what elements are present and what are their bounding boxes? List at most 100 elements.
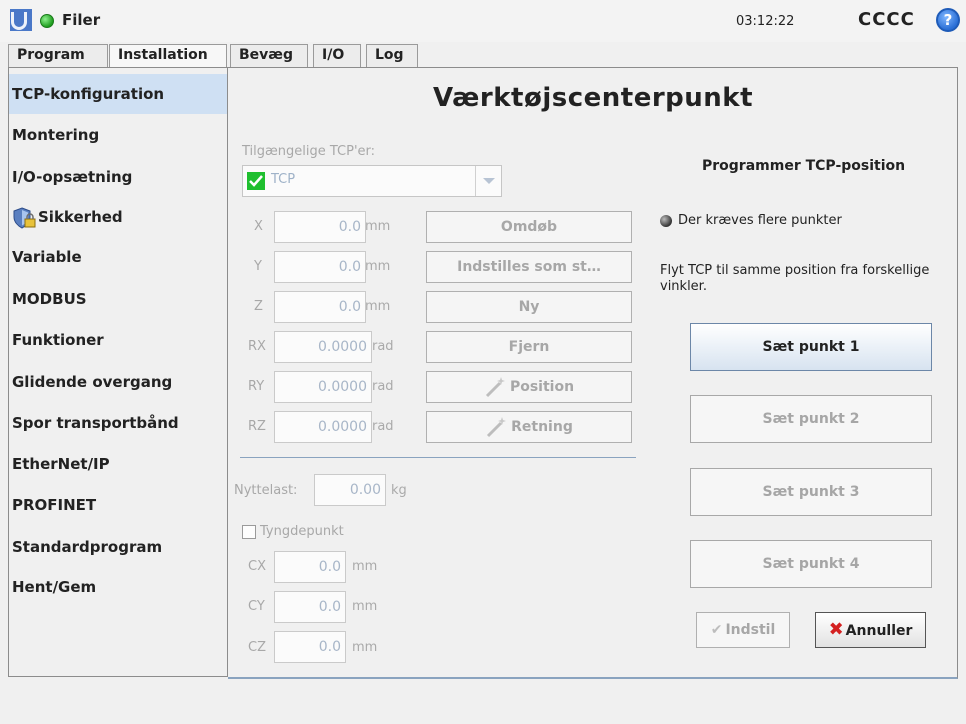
checkmark-icon: ✔: [710, 622, 723, 638]
sidebar-item-variables[interactable]: Variable: [9, 237, 227, 277]
set-button-label: Indstil: [725, 622, 776, 638]
cx-label: CX: [248, 559, 266, 574]
sidebar-item-label: Glidende overgang: [12, 373, 173, 391]
cz-label: CZ: [248, 640, 266, 655]
z-field[interactable]: 0.0: [274, 291, 366, 323]
status-indicator-icon: [40, 14, 54, 28]
magic-wand-icon: [487, 417, 507, 438]
sidebar-item-label: MODBUS: [12, 290, 87, 308]
position-label: Position: [509, 379, 575, 395]
close-icon: ✖: [828, 619, 844, 640]
set-point-4-button[interactable]: Sæt punkt 4: [690, 540, 932, 588]
sidebar-item-label: Sikkerhed: [38, 208, 123, 226]
y-unit: mm: [365, 259, 391, 274]
set-point-1-button[interactable]: Sæt punkt 1: [690, 323, 932, 371]
rx-label: RX: [248, 339, 266, 354]
rz-label: RZ: [248, 419, 266, 434]
main-tabs: Program Installation Bevæg I/O Log: [8, 44, 958, 69]
cy-field[interactable]: 0.0: [274, 591, 346, 623]
sidebar-item-label: TCP-konfiguration: [12, 85, 165, 103]
rz-unit: rad: [372, 419, 394, 434]
y-label: Y: [254, 259, 262, 274]
orientation-label: Retning: [511, 419, 573, 435]
payload-field[interactable]: 0.00: [314, 474, 386, 506]
tab-installation[interactable]: Installation: [109, 44, 227, 69]
sidebar-item-safety[interactable]: Sikkerhed: [9, 197, 227, 237]
tab-io[interactable]: I/O: [313, 44, 361, 67]
sidebar-item-label: Spor transportbånd: [12, 414, 179, 432]
sidebar-item-tcp-config[interactable]: TCP-konfiguration: [9, 74, 227, 114]
ry-unit: rad: [372, 379, 394, 394]
cancel-button[interactable]: ✖ Annuller: [815, 612, 926, 648]
tab-log[interactable]: Log: [366, 44, 418, 67]
sidebar-item-mounting[interactable]: Montering: [9, 115, 227, 155]
ry-field[interactable]: 0.0000: [274, 371, 372, 403]
sidebar-item-label: Montering: [12, 126, 100, 144]
cog-label: Tyngdepunkt: [260, 524, 344, 539]
cx-field[interactable]: 0.0: [274, 551, 346, 583]
clock: 03:12:22: [736, 14, 795, 29]
divider: [240, 457, 636, 458]
cz-field[interactable]: 0.0: [274, 631, 346, 663]
sidebar-item-io-setup[interactable]: I/O-opsætning: [9, 157, 227, 197]
sidebar-item-profinet[interactable]: PROFINET: [9, 485, 227, 525]
sidebar-item-default-program[interactable]: Standardprogram: [9, 527, 227, 567]
new-tcp-button[interactable]: Ny: [426, 291, 632, 323]
sidebar-item-label: Standardprogram: [12, 538, 163, 556]
rx-unit: rad: [372, 339, 394, 354]
instruction-text: Flyt TCP til samme position fra forskell…: [660, 263, 930, 294]
sidebar-item-modbus[interactable]: MODBUS: [9, 279, 227, 319]
tab-program[interactable]: Program: [8, 44, 108, 67]
teach-orientation-button[interactable]: Retning: [426, 411, 632, 443]
sidebar-item-label: Hent/Gem: [12, 578, 97, 596]
cog-checkbox[interactable]: [242, 525, 256, 539]
user-name: CCCC: [858, 9, 915, 30]
set-point-2-button[interactable]: Sæt punkt 2: [690, 395, 932, 443]
tcp-dropdown[interactable]: TCP: [242, 165, 502, 197]
sidebar-item-label: PROFINET: [12, 496, 97, 514]
y-field[interactable]: 0.0: [274, 251, 366, 283]
remove-tcp-button[interactable]: Fjern: [426, 331, 632, 363]
set-button[interactable]: ✔ Indstil: [696, 612, 790, 648]
teach-tcp-heading: Programmer TCP-position: [702, 158, 906, 174]
page-title: Værktøjscenterpunkt: [432, 83, 754, 113]
tab-move[interactable]: Bevæg: [230, 44, 308, 67]
rename-button[interactable]: Omdøb: [426, 211, 632, 243]
sidebar-item-label: I/O-opsætning: [12, 168, 133, 186]
tcp-list-label: Tilgængelige TCP'er:: [242, 144, 376, 159]
sidebar-item-features[interactable]: Funktioner: [9, 320, 227, 360]
cancel-button-label: Annuller: [845, 623, 913, 639]
payload-label: Nyttelast:: [234, 483, 298, 498]
z-unit: mm: [365, 299, 391, 314]
teach-position-button[interactable]: Position: [426, 371, 632, 403]
help-icon[interactable]: ?: [936, 8, 960, 32]
z-label: Z: [254, 299, 263, 314]
sidebar-item-label: Funktioner: [12, 331, 104, 349]
tcp-selected-value: TCP: [271, 172, 296, 187]
bottom-bar: [0, 680, 966, 724]
sidebar-item-conveyor-tracking[interactable]: Spor transportbånd: [9, 403, 227, 443]
points-status-text: Der kræves flere punkter: [678, 213, 842, 228]
sidebar-item-label: Variable: [12, 248, 82, 266]
ur-logo-icon: [10, 9, 32, 31]
sidebar-item-load-save[interactable]: Hent/Gem: [9, 567, 227, 607]
sidebar: TCP-konfiguration Montering I/O-opsætnin…: [8, 67, 228, 677]
x-field[interactable]: 0.0: [274, 211, 366, 243]
x-label: X: [254, 219, 263, 234]
sidebar-item-ethernet-ip[interactable]: EtherNet/IP: [9, 444, 227, 484]
rz-field[interactable]: 0.0000: [274, 411, 372, 443]
cy-label: CY: [248, 599, 265, 614]
magic-wand-icon: [485, 377, 505, 398]
dropdown-arrow-button[interactable]: [475, 166, 501, 196]
shield-lock-icon: [13, 206, 36, 229]
sidebar-item-label: EtherNet/IP: [12, 455, 110, 473]
set-default-button[interactable]: Indstilles som st…: [426, 251, 632, 283]
chevron-down-icon: [483, 178, 495, 184]
status-dot-icon: [660, 215, 672, 227]
sidebar-item-smooth-transition[interactable]: Glidende overgang: [9, 362, 227, 402]
set-point-3-button[interactable]: Sæt punkt 3: [690, 468, 932, 516]
app-title[interactable]: Filer: [62, 11, 100, 29]
rx-field[interactable]: 0.0000: [274, 331, 372, 363]
x-unit: mm: [365, 219, 391, 234]
payload-unit: kg: [391, 483, 407, 498]
